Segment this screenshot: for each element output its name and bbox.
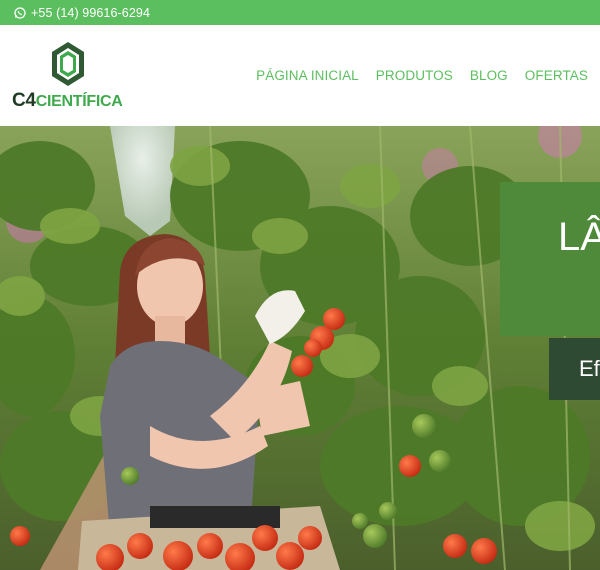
site-logo[interactable]: C4CIENTÍFICA (12, 41, 127, 116)
contact-bar: +55 (14) 99616-6294 (0, 0, 600, 25)
nav-item-blog[interactable]: BLOG (470, 68, 508, 83)
hero-subtitle: Ef (579, 356, 600, 381)
hero-title-box: LÂ (500, 182, 600, 336)
hero-banner: LÂ Ef (0, 126, 600, 570)
nav-item-home[interactable]: PÁGINA INICIAL (256, 68, 359, 83)
main-nav: PÁGINA INICIAL PRODUTOS BLOG OFERTAS (239, 68, 588, 83)
logo-wordmark: C4CIENTÍFICA (12, 90, 123, 112)
whatsapp-icon (14, 6, 26, 19)
hexagon-logo-icon (52, 42, 84, 86)
logo-prefix: C4 (12, 90, 36, 111)
nav-item-products[interactable]: PRODUTOS (376, 68, 453, 83)
logo-suffix: CIENTÍFICA (35, 93, 123, 110)
site-header: C4CIENTÍFICA PÁGINA INICIAL PRODUTOS BLO… (0, 25, 600, 126)
hero-title: LÂ (558, 215, 600, 259)
nav-item-offers[interactable]: OFERTAS (525, 68, 588, 83)
phone-link[interactable]: +55 (14) 99616-6294 (31, 6, 150, 20)
hero-subtitle-box[interactable]: Ef (549, 338, 600, 400)
